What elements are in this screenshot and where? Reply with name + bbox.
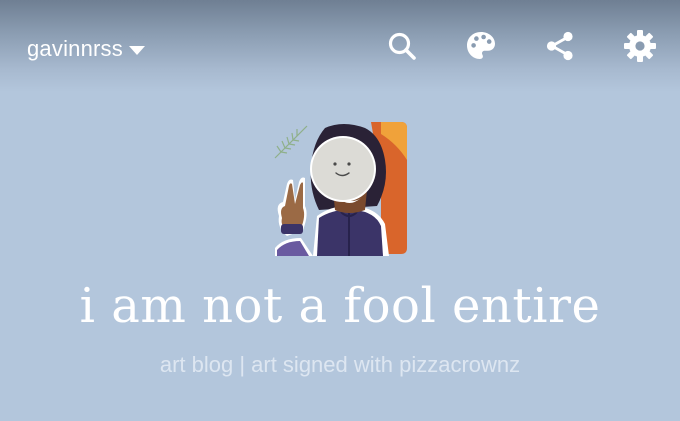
blog-description: art blog | art signed with pizzacrownz [159, 352, 521, 377]
top-bar: gavinnrss [0, 0, 680, 92]
blog-avatar[interactable] [273, 120, 407, 256]
palette-button[interactable] [463, 28, 499, 64]
blog-switcher[interactable]: gavinnrss [27, 36, 145, 62]
share-icon [544, 30, 576, 62]
settings-button[interactable] [622, 28, 658, 64]
caret-down-icon [128, 45, 145, 55]
blog-title: i am not a fool entire [79, 278, 601, 334]
search-icon [387, 31, 417, 61]
share-button[interactable] [542, 28, 578, 64]
search-button[interactable] [384, 28, 420, 64]
gear-icon [622, 28, 658, 64]
blog-name: gavinnrss [27, 36, 123, 61]
palette-icon [465, 30, 497, 62]
